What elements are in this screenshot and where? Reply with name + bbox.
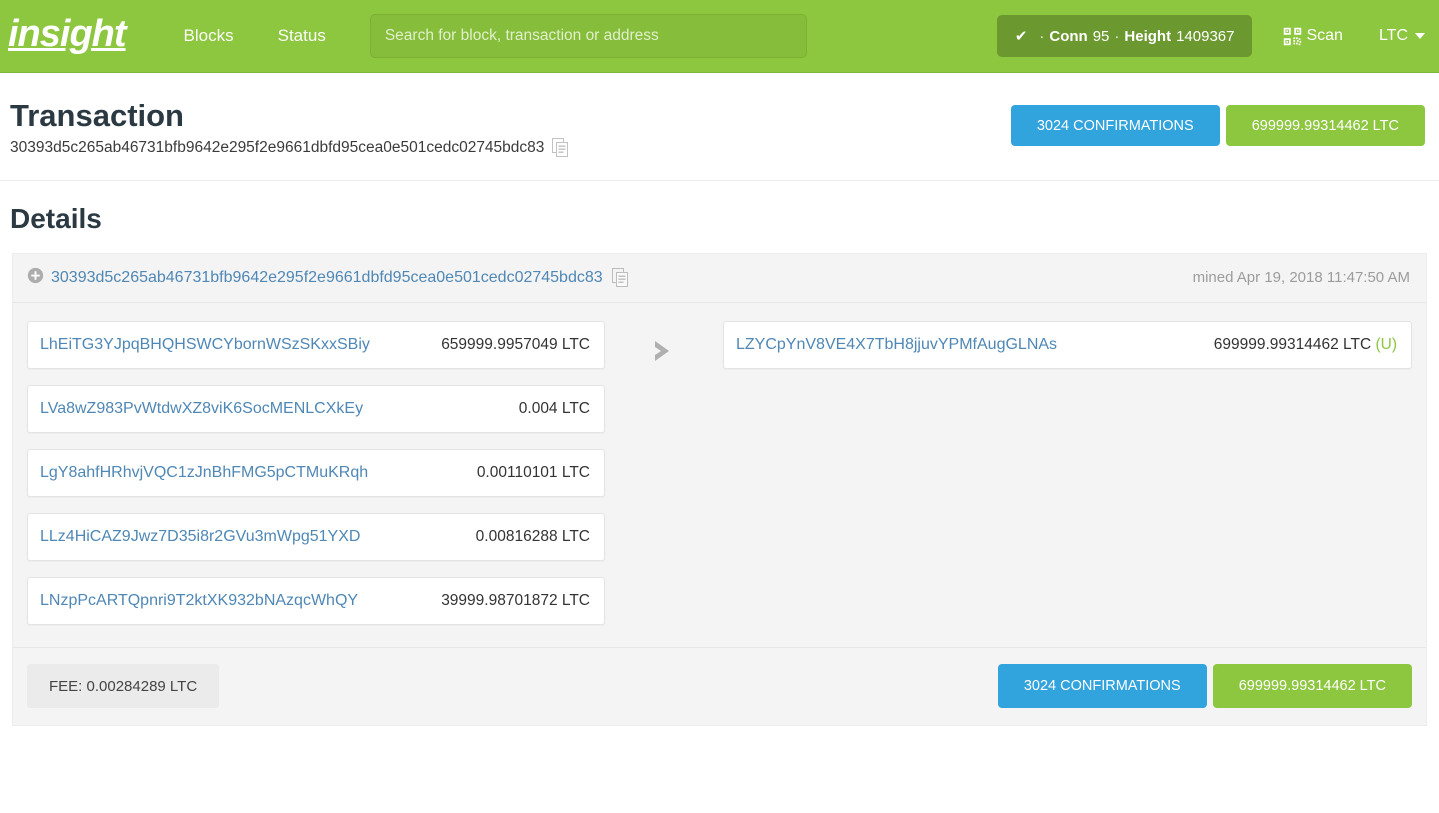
- search-input[interactable]: [369, 14, 807, 58]
- transaction-panel-header: 30393d5c265ab46731bfb9642e295f2e9661dbfd…: [13, 253, 1426, 303]
- currency-label: LTC: [1378, 27, 1408, 44]
- table-row: LNzpPcARTQpnri9T2ktXK932bNAzqcWhQY 39999…: [27, 576, 605, 625]
- input-address[interactable]: LNzpPcARTQpnri9T2ktXK932bNAzqcWhQY: [40, 592, 358, 610]
- conn-label: Conn: [1049, 27, 1088, 45]
- table-row: LVa8wZ983PvWtdwXZ8viK6SocMENLCXkEy 0.004…: [27, 384, 605, 433]
- qr-code-icon: [1282, 26, 1306, 47]
- currency-dropdown[interactable]: LTC: [1379, 27, 1425, 45]
- confirmations-badge-bottom[interactable]: 3024 CONFIRMATIONS: [997, 664, 1207, 709]
- input-address[interactable]: LhEiTG3YJpqBHQHSWCYbornWSzSKxxSBiy: [40, 336, 370, 354]
- flow-arrow-container: [605, 321, 723, 365]
- expand-icon[interactable]: [27, 267, 51, 289]
- status-separator-2: ·: [1114, 27, 1120, 45]
- input-amount: 0.004 LTC: [518, 399, 590, 417]
- input-amount: 0.00110101 LTC: [476, 463, 590, 481]
- input-address[interactable]: LgY8ahfHRhvjVQC1zJnBhFMG5pCTMuKRqh: [40, 464, 368, 482]
- transaction-id-line: 30393d5c265ab46731bfb9642e295f2e9661dbfd…: [10, 138, 1011, 158]
- transaction-details-panel: 30393d5c265ab46731bfb9642e295f2e9661dbfd…: [12, 252, 1427, 726]
- top-navbar: insight Blocks Status ✔ · Conn 95 · Heig…: [0, 0, 1439, 73]
- mined-timestamp: mined Apr 19, 2018 11:47:50 AM: [1192, 269, 1410, 287]
- outputs-column: LZYCpYnV8VE4X7TbH8jjuvYPMfAugGLNAs 69999…: [723, 320, 1412, 369]
- input-amount: 39999.98701872 LTC: [441, 591, 590, 609]
- node-status-pill[interactable]: ✔ · Conn 95 · Height 1409367: [996, 15, 1253, 57]
- input-amount: 659999.9957049 LTC: [441, 335, 590, 353]
- transaction-header-badges: 3024 CONFIRMATIONS 699999.99314462 LTC: [1010, 99, 1425, 146]
- transaction-header: Transaction 30393d5c265ab46731bfb9642e29…: [0, 73, 1439, 181]
- input-address[interactable]: LLz4HiCAZ9Jwz7D35i8r2GVu3mWpg51YXD: [40, 528, 360, 546]
- copy-icon[interactable]: [552, 138, 569, 158]
- nav-links: Blocks Status: [162, 26, 348, 46]
- brand-logo[interactable]: insight: [0, 15, 127, 53]
- table-row: LZYCpYnV8VE4X7TbH8jjuvYPMfAugGLNAs 69999…: [723, 320, 1412, 369]
- transaction-header-left: Transaction 30393d5c265ab46731bfb9642e29…: [10, 98, 1011, 158]
- height-value: 1409367: [1176, 27, 1235, 45]
- chevron-down-icon: [1415, 33, 1425, 39]
- output-amount-value: 699999.99314462 LTC: [1213, 335, 1372, 353]
- search-container: [369, 14, 807, 58]
- nav-link-status[interactable]: Status: [256, 26, 348, 46]
- check-icon: ✔: [1014, 28, 1028, 45]
- amount-badge-top[interactable]: 699999.99314462 LTC: [1225, 105, 1425, 146]
- nav-link-blocks[interactable]: Blocks: [162, 26, 256, 46]
- table-row: LhEiTG3YJpqBHQHSWCYbornWSzSKxxSBiy 65999…: [27, 320, 605, 369]
- copy-icon[interactable]: [611, 268, 629, 288]
- output-amount: 699999.99314462 LTC (U): [1198, 336, 1397, 354]
- footer-badges: 3024 CONFIRMATIONS 699999.99314462 LTC: [997, 664, 1412, 709]
- scan-link[interactable]: Scan: [1282, 26, 1343, 47]
- table-row: LLz4HiCAZ9Jwz7D35i8r2GVu3mWpg51YXD 0.008…: [27, 512, 605, 561]
- input-address[interactable]: LVa8wZ983PvWtdwXZ8viK6SocMENLCXkEy: [40, 400, 363, 418]
- table-row: LgY8ahfHRhvjVQC1zJnBhFMG5pCTMuKRqh 0.001…: [27, 448, 605, 497]
- arrow-right-icon: [649, 337, 679, 365]
- fee-box: FEE: 0.00284289 LTC: [27, 664, 220, 709]
- inputs-outputs-body: LhEiTG3YJpqBHQHSWCYbornWSzSKxxSBiy 65999…: [13, 303, 1426, 647]
- amount-badge-bottom[interactable]: 699999.99314462 LTC: [1212, 664, 1412, 709]
- unspent-badge: (U): [1375, 335, 1397, 353]
- details-heading-area: Details: [0, 181, 1439, 253]
- panel-transaction-id-link[interactable]: 30393d5c265ab46731bfb9642e295f2e9661dbfd…: [51, 269, 603, 287]
- details-title: Details: [10, 202, 102, 234]
- height-label: Height: [1124, 27, 1172, 45]
- page-title: Transaction: [10, 98, 184, 133]
- conn-value: 95: [1092, 27, 1110, 45]
- status-separator-1: ·: [1039, 27, 1045, 45]
- inputs-column: LhEiTG3YJpqBHQHSWCYbornWSzSKxxSBiy 65999…: [27, 320, 605, 625]
- scan-label: Scan: [1306, 27, 1343, 44]
- navbar-right: ✔ · Conn 95 · Height 1409367 Scan LTC: [996, 15, 1425, 57]
- transaction-id: 30393d5c265ab46731bfb9642e295f2e9661dbfd…: [10, 138, 545, 156]
- input-amount: 0.00816288 LTC: [475, 527, 590, 545]
- transaction-panel-footer: FEE: 0.00284289 LTC 3024 CONFIRMATIONS 6…: [13, 646, 1426, 725]
- confirmations-badge-top[interactable]: 3024 CONFIRMATIONS: [1010, 105, 1220, 146]
- output-address[interactable]: LZYCpYnV8VE4X7TbH8jjuvYPMfAugGLNAs: [736, 336, 1057, 354]
